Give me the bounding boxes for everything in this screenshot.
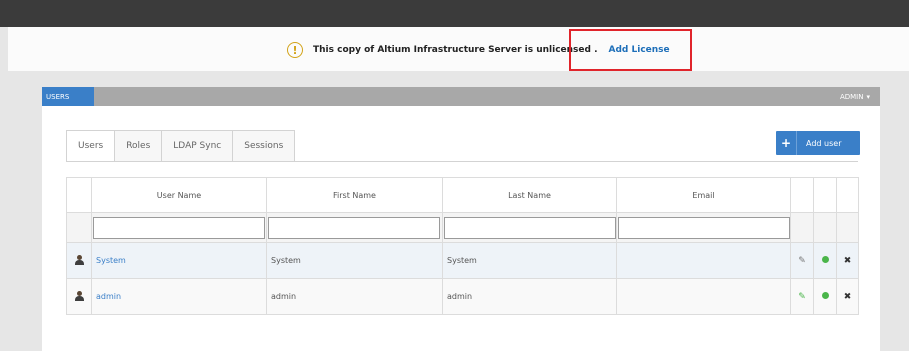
last-name-cell: System — [442, 242, 617, 279]
filter-cell — [91, 212, 267, 243]
first-name-cell: System — [266, 242, 443, 279]
tab-sessions[interactable]: Sessions — [233, 130, 296, 162]
user-name-filter-input[interactable] — [93, 216, 265, 239]
status-cell — [813, 278, 837, 315]
action-column-header — [813, 177, 837, 213]
status-cell — [813, 242, 837, 279]
users-table: User Name First Name Last Name Email Sys… — [66, 177, 859, 315]
table-row: admin admin admin ✎ ✖ — [66, 278, 859, 315]
filter-cell — [266, 212, 443, 243]
filter-cell — [616, 212, 791, 243]
filter-row — [66, 212, 859, 243]
tab-divider — [66, 161, 858, 162]
filter-cell — [790, 212, 814, 243]
license-warning-text: This copy of Altium Infrastructure Serve… — [313, 45, 598, 55]
edit-cell: ✎ — [790, 278, 814, 315]
user-icon — [74, 254, 84, 265]
app-bar: USERS ADMIN ▾ — [42, 87, 880, 106]
delete-cell: ✖ — [836, 242, 859, 279]
column-header-user-name[interactable]: User Name — [91, 177, 267, 213]
email-cell — [616, 242, 791, 279]
last-name-cell: admin — [442, 278, 617, 315]
edit-cell: ✎ — [790, 242, 814, 279]
add-user-label: Add user — [806, 138, 842, 148]
top-header-bar — [0, 0, 909, 27]
column-header-last-name[interactable]: Last Name — [442, 177, 617, 213]
tab-roles[interactable]: Roles — [115, 130, 163, 162]
users-panel: Users Roles LDAP Sync Sessions + Add use… — [42, 106, 880, 351]
filter-cell — [442, 212, 617, 243]
user-icon-cell — [66, 242, 92, 279]
plus-icon: + — [776, 131, 797, 155]
tab-users[interactable]: Users — [66, 130, 116, 162]
user-name-cell: admin — [91, 278, 267, 315]
highlight-annotation-box — [569, 29, 692, 71]
add-user-button[interactable]: + Add user — [776, 131, 860, 155]
status-dot-icon[interactable] — [821, 256, 829, 263]
first-name-cell: admin — [266, 278, 443, 315]
column-header-email[interactable]: Email — [616, 177, 791, 213]
action-column-header — [790, 177, 814, 213]
delete-cell: ✖ — [836, 278, 859, 315]
status-dot-icon[interactable] — [821, 292, 829, 299]
pencil-icon[interactable]: ✎ — [798, 256, 806, 266]
user-name-cell: System — [91, 242, 267, 279]
column-header-first-name[interactable]: First Name — [266, 177, 443, 213]
exclamation-circle-icon: ! — [287, 42, 303, 58]
email-filter-input[interactable] — [618, 216, 790, 239]
admin-user-menu[interactable]: ADMIN ▾ — [840, 87, 870, 106]
close-icon[interactable]: ✖ — [844, 292, 852, 302]
close-icon[interactable]: ✖ — [844, 256, 852, 266]
last-name-filter-input[interactable] — [444, 216, 616, 239]
user-icon-cell — [66, 278, 92, 315]
pencil-icon[interactable]: ✎ — [798, 292, 806, 302]
first-name-filter-input[interactable] — [268, 216, 440, 239]
filter-cell — [813, 212, 837, 243]
email-cell — [616, 278, 791, 315]
header-row: User Name First Name Last Name Email — [66, 177, 859, 213]
user-icon — [74, 290, 84, 301]
filter-cell — [836, 212, 859, 243]
admin-menu-label: ADMIN — [839, 92, 864, 101]
chevron-down-icon: ▾ — [866, 92, 870, 101]
table-row: System System System ✎ ✖ — [66, 242, 859, 279]
tab-ldap-sync[interactable]: LDAP Sync — [162, 130, 234, 162]
action-column-header — [836, 177, 859, 213]
filter-cell — [66, 212, 92, 243]
tab-bar: Users Roles LDAP Sync Sessions — [66, 130, 296, 162]
user-name-link[interactable]: admin — [96, 292, 121, 301]
section-badge[interactable]: USERS — [42, 87, 94, 106]
icon-column-header — [66, 177, 92, 213]
user-name-link[interactable]: System — [96, 256, 126, 265]
